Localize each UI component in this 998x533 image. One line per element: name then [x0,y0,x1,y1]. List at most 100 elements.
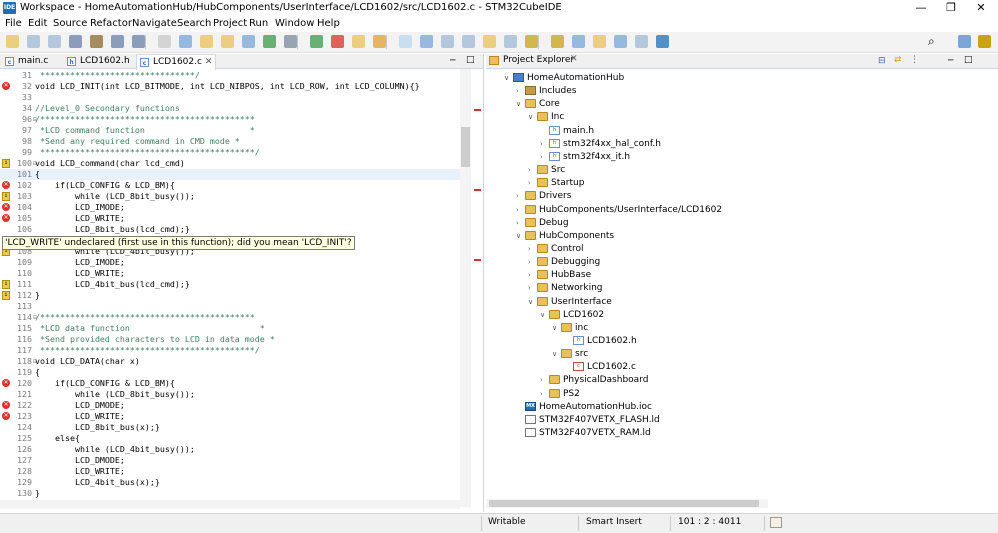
menu-help[interactable]: Help [317,18,340,29]
code-line[interactable]: ✕ 105 LCD_WRITE; [0,213,460,224]
code-line[interactable]: 97 *LCD command function * [0,125,460,136]
error-marker-icon[interactable]: ✕ [2,214,10,222]
menu-navigate[interactable]: Navigate [132,18,177,29]
code-line[interactable]: 106 LCD_8bit_bus(lcd_cmd);} [0,224,460,235]
stop-icon[interactable] [352,35,365,48]
view-menu-icon[interactable]: ⋮ [910,55,919,65]
minimize-button[interactable]: — [906,0,936,17]
build-icon[interactable] [69,35,82,48]
error-overview-mark[interactable] [474,259,481,261]
status-icon[interactable] [770,517,782,528]
code-line[interactable]: 114 ⊟/***********************************… [0,312,460,323]
expand-chevron-icon[interactable]: ∨ [528,111,536,123]
collapse-chevron-icon[interactable]: › [516,190,524,202]
menu-window[interactable]: Window [275,18,314,29]
collapse-chevron-icon[interactable]: › [528,282,536,294]
code-line[interactable]: 113 [0,301,460,312]
collapse-chevron-icon[interactable]: › [516,217,524,229]
editor-horizontal-scrollbar[interactable] [0,500,460,509]
new-source-icon[interactable] [242,35,255,48]
expand-chevron-icon[interactable]: ∨ [504,72,512,84]
run-icon[interactable] [310,35,323,48]
collapse-chevron-icon[interactable]: › [528,243,536,255]
close-window-button[interactable]: ✕ [966,0,996,17]
insert-mode-status[interactable]: Smart Insert [586,517,642,527]
code-line[interactable]: 98 *Send any required command in CMD mod… [0,136,460,147]
annotation-icon[interactable] [399,35,412,48]
tab-lcd1602-h[interactable]: h LCD1602.h [64,54,133,68]
toggle-mark-icon[interactable] [420,35,433,48]
last-edit-icon[interactable] [525,35,538,48]
link-editor-icon[interactable]: ⇄ [894,55,902,65]
code-area[interactable]: 31 *******************************/✕ 32 vo… [0,70,460,510]
perspective-cpp-icon[interactable] [958,35,971,48]
menu-search[interactable]: Search [177,18,211,29]
code-line[interactable]: 101{ [0,169,460,180]
error-marker-icon[interactable]: ✕ [2,379,10,387]
collapse-chevron-icon[interactable]: › [540,151,548,163]
code-line[interactable]: 124 LCD_8bit_bus(x);} [0,422,460,433]
editor-vertical-scrollbar[interactable] [460,69,471,507]
annotation-marker-icon[interactable]: i [2,192,10,201]
collapse-chevron-icon[interactable]: › [540,138,548,150]
next-annotation-icon[interactable] [483,35,496,48]
code-line[interactable]: 127 LCD_DMODE; [0,455,460,466]
collapse-chevron-icon[interactable]: › [528,256,536,268]
code-line[interactable]: 116 *Send provided characters to LCD in … [0,334,460,345]
collapse-chevron-icon[interactable]: › [540,374,548,386]
error-overview-mark[interactable] [474,189,481,191]
expand-chevron-icon[interactable]: ∨ [552,322,560,334]
menu-source[interactable]: Source [53,18,87,29]
minimize-explorer-icon[interactable]: ─ [948,56,953,66]
refresh-icon[interactable] [263,35,276,48]
code-line[interactable]: 117 ************************************… [0,345,460,356]
expand-chevron-icon[interactable]: ∨ [552,348,560,360]
save-all-icon[interactable] [48,35,61,48]
info-icon[interactable] [635,35,648,48]
new-class-icon[interactable] [221,35,234,48]
error-marker-icon[interactable]: ✕ [2,412,10,420]
expand-chevron-icon[interactable]: ∨ [540,309,548,321]
code-line[interactable]: 125 else{ [0,433,460,444]
annotation-marker-icon[interactable]: i [2,280,10,289]
expand-chevron-icon[interactable]: ∨ [516,230,524,242]
new-icon[interactable] [6,35,19,48]
code-line[interactable]: 129 LCD_4bit_bus(x);} [0,477,460,488]
collapse-chevron-icon[interactable]: › [528,269,536,281]
code-line[interactable]: 119{ [0,367,460,378]
code-line[interactable]: 130} [0,488,460,499]
code-line[interactable]: 121 while (LCD_8bit_busy()); [0,389,460,400]
search-icon[interactable]: ⌕ [928,34,935,49]
menu-refactor[interactable]: Refactor [90,18,132,29]
collapse-chevron-icon[interactable]: › [528,177,536,189]
perspective-debug-icon[interactable] [978,35,991,48]
close-explorer-icon[interactable]: ✕ [570,54,578,64]
code-line[interactable]: i 111 LCD_4bit_bus(lcd_cmd);} [0,279,460,290]
error-marker-icon[interactable]: ✕ [2,181,10,189]
code-line[interactable]: i 100 ⊟ void LCD_command(char lcd_cmd) [0,158,460,169]
collapse-chevron-icon[interactable]: › [528,164,536,176]
minimize-editor-icon[interactable]: ─ [450,56,455,66]
code-line[interactable]: 118 ⊟ void LCD_DATA(char x) [0,356,460,367]
build-all-icon[interactable] [111,35,124,48]
menu-run[interactable]: Run [249,18,268,29]
error-overview-mark[interactable] [474,109,481,111]
collapse-chevron-icon[interactable]: › [516,204,524,216]
new-folder-icon[interactable] [200,35,213,48]
save-icon[interactable] [27,35,40,48]
code-line[interactable]: 31 *******************************/ [0,70,460,81]
code-line[interactable]: ✕ 120 if(LCD_CONFIG & LCD_BM){ [0,378,460,389]
collapse-all-icon[interactable]: ⊟ [878,56,886,66]
code-line[interactable]: 33 [0,92,460,103]
prev-annotation-icon[interactable] [504,35,517,48]
whitespace-icon[interactable] [462,35,475,48]
scroll-thumb[interactable] [489,500,759,507]
code-line[interactable]: 96 ⊟/************************************… [0,114,460,125]
debug-icon[interactable] [331,35,344,48]
code-line[interactable]: ✕ 32 void LCD_INIT(int LCD_BITMODE, int LC… [0,81,460,92]
explorer-title[interactable]: Project Explorer [503,55,574,65]
maximize-explorer-icon[interactable]: □ [964,55,973,65]
error-marker-icon[interactable]: ✕ [2,203,10,211]
code-line[interactable]: ✕ 104 LCD_IMODE; [0,202,460,213]
code-line[interactable]: 99 *************************************… [0,147,460,158]
